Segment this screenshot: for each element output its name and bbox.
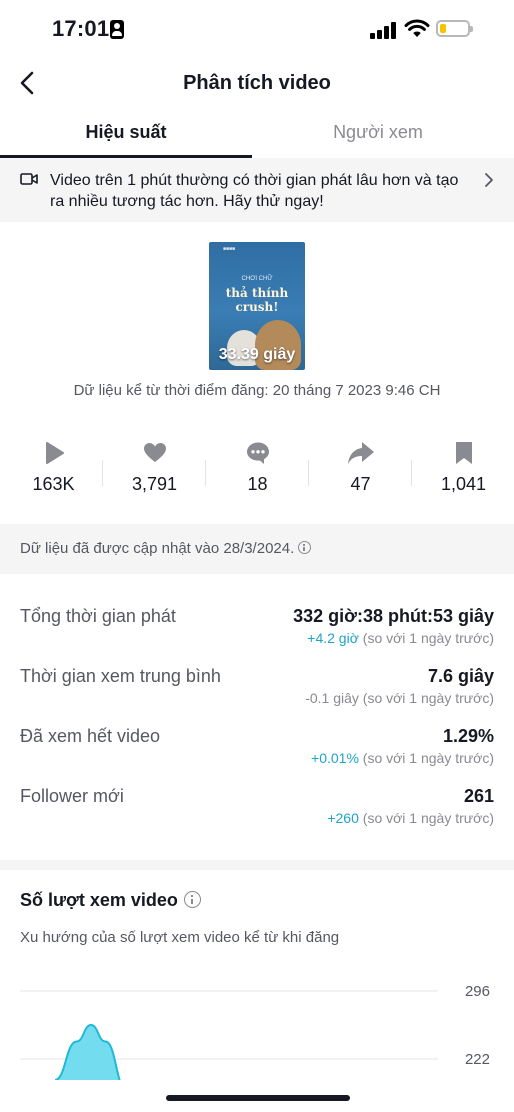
battery-icon <box>436 20 473 37</box>
banner-text: Video trên 1 phút thường có thời gian ph… <box>50 172 459 210</box>
thumbnail-caption: thả thính crush! <box>225 286 289 314</box>
update-notice-text: Dữ liệu đã được cập nhật vào 28/3/2024. <box>20 540 312 557</box>
stat-comments-value: 18 <box>247 474 268 494</box>
info-icon[interactable] <box>298 541 312 554</box>
section-separator <box>0 860 514 870</box>
y-tick-label: 296 <box>465 983 490 1000</box>
metric-average-watch-time: Thời gian xem trung bình 7.6 giây -0.1 g… <box>20 658 494 714</box>
video-thumbnail[interactable]: ■■■■ CHƠI CHỮ thả thính crush! 33.39 giâ… <box>209 242 305 370</box>
home-indicator <box>166 1095 350 1101</box>
metric-value: 332 giờ:38 phút:53 giây <box>293 606 494 626</box>
heart-icon <box>143 443 166 462</box>
posted-date: Dữ liệu kể từ thời điểm đăng: 20 tháng 7… <box>73 382 441 399</box>
wifi-icon <box>404 19 430 37</box>
metric-change-row: -0.1 giây (so với 1 ngày trước) <box>305 690 494 706</box>
status-time: 17:01 <box>52 16 110 41</box>
metric-compare: (so với 1 ngày trước) <box>362 690 494 706</box>
stat-favorites-value: 1,041 <box>440 474 487 494</box>
metric-value: 7.6 giây <box>427 666 494 686</box>
bookmark-icon <box>455 442 472 464</box>
metric-label: Đã xem hết video <box>20 726 161 746</box>
update-notice-label: Dữ liệu đã được cập nhật vào 28/3/2024. <box>20 540 295 557</box>
metric-total-play-time: Tổng thời gian phát 332 giờ:38 phút:53 g… <box>20 598 494 654</box>
metric-label: Follower mới <box>20 786 124 806</box>
share-icon <box>347 442 374 464</box>
metric-watched-full-video: Đã xem hết video 1.29% +0.01% (so với 1 … <box>20 718 494 774</box>
cellular-signal-icon <box>370 22 398 39</box>
page-title: Phân tích video <box>183 72 331 94</box>
metric-change: +4.2 giờ <box>307 630 359 646</box>
tab-bar: Hiệu suất Người xem <box>0 110 514 159</box>
y-tick-label: 222 <box>465 1051 490 1068</box>
views-chart: 296 222 <box>20 983 490 1080</box>
metric-compare: (so với 1 ngày trước) <box>362 630 494 646</box>
stat-shares: 47 <box>309 430 412 495</box>
views-section-subtitle: Xu hướng của số lượt xem video kể từ khi… <box>20 929 340 946</box>
metric-change: -0.1 giây <box>305 690 359 706</box>
views-title-text: Số lượt xem video <box>20 890 178 910</box>
chevron-right-icon <box>485 173 493 187</box>
stat-views-value: 163K <box>32 474 75 494</box>
update-notice: Dữ liệu đã được cập nhật vào 28/3/2024. <box>0 524 514 574</box>
metric-change: +0.01% <box>311 750 359 766</box>
engagement-stats: 163K 3,791 18 47 1,041 <box>0 430 514 510</box>
views-section-title: Số lượt xem video <box>20 890 201 911</box>
stat-shares-value: 47 <box>350 474 371 494</box>
contact-card-icon <box>110 20 124 39</box>
stat-likes: 3,791 <box>103 430 206 495</box>
info-icon[interactable] <box>183 891 201 908</box>
metric-change-row: +260 (so với 1 ngày trước) <box>327 810 494 826</box>
metric-label: Thời gian xem trung bình <box>20 666 221 686</box>
stat-comments: 18 <box>206 430 309 495</box>
metric-new-followers: Follower mới 261 +260 (so với 1 ngày trư… <box>20 778 494 834</box>
metric-change-row: +0.01% (so với 1 ngày trước) <box>311 750 494 766</box>
stat-favorites: 1,041 <box>412 430 514 495</box>
stat-likes-value: 3,791 <box>131 474 178 494</box>
tab-performance[interactable]: Hiệu suất <box>0 122 252 143</box>
thumbnail-logo: ■■■■ <box>223 246 236 252</box>
metric-value: 1.29% <box>442 726 494 746</box>
chart-series <box>54 1023 127 1080</box>
thumbnail-caption-small: CHƠI CHỮ <box>241 276 273 282</box>
metric-change-row: +4.2 giờ (so với 1 ngày trước) <box>307 630 494 646</box>
metric-compare: (so với 1 ngày trước) <box>362 750 494 766</box>
status-bar: 17:01 <box>0 0 514 60</box>
metric-label: Tổng thời gian phát <box>20 606 176 626</box>
tab-viewers[interactable]: Người xem <box>252 122 504 143</box>
metric-change: +260 <box>327 810 359 826</box>
metric-value: 261 <box>463 786 494 806</box>
comment-icon <box>246 442 269 464</box>
metric-compare: (so với 1 ngày trước) <box>362 810 494 826</box>
views-area-fill <box>55 1025 127 1080</box>
video-camera-icon <box>20 173 38 185</box>
play-icon <box>45 442 64 464</box>
stat-views: 163K <box>2 430 105 495</box>
video-duration: 33.39 giây <box>218 346 296 363</box>
tip-banner[interactable]: Video trên 1 phút thường có thời gian ph… <box>0 158 514 222</box>
